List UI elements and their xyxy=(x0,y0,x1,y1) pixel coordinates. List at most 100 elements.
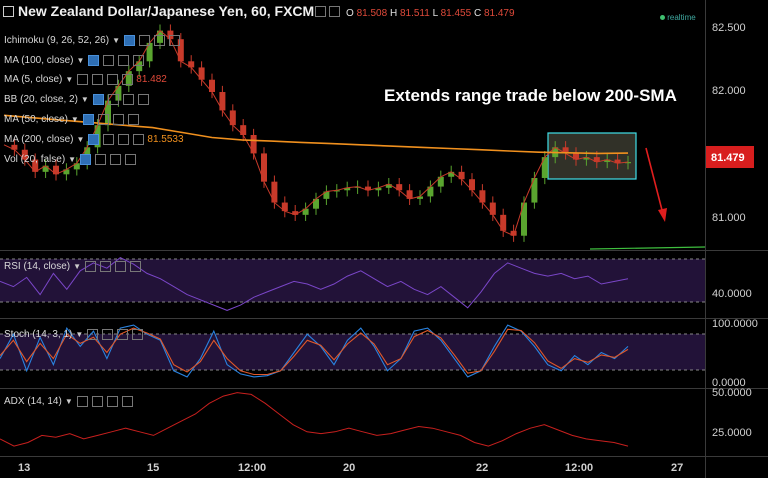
dropdown-icon[interactable]: ▼ xyxy=(75,330,83,339)
candle-body xyxy=(521,202,527,236)
close-icon[interactable] xyxy=(137,93,149,105)
ohlc-value: 81.479 xyxy=(483,8,515,19)
close-icon[interactable] xyxy=(133,54,145,66)
close-icon[interactable] xyxy=(130,260,142,272)
ohlc-value: 81.508 xyxy=(356,8,388,19)
indicator-vol[interactable]: Vol (20, false) ▼ xyxy=(4,151,137,167)
close-icon[interactable] xyxy=(121,395,133,407)
indicator-label: Ichimoku (9, 26, 52, 26) xyxy=(4,34,110,46)
gear-icon[interactable] xyxy=(118,133,130,145)
settings-icon[interactable] xyxy=(95,153,107,165)
dropdown-icon[interactable]: ▼ xyxy=(73,262,81,271)
time-tick: 20 xyxy=(343,462,355,474)
close-icon[interactable] xyxy=(125,153,137,165)
indicator-label: MA (200, close) xyxy=(4,133,74,145)
indicator-ma5[interactable]: MA (5, close) ▼ 81.482 xyxy=(4,71,167,87)
settings-icon[interactable] xyxy=(103,133,115,145)
indicator-ma200[interactable]: MA (200, close) ▼ 81.5533 xyxy=(4,131,184,147)
dropdown-icon[interactable]: ▼ xyxy=(65,397,73,406)
visibility-icon[interactable] xyxy=(88,133,100,145)
indicator-value: 81.482 xyxy=(136,73,167,85)
close-icon[interactable] xyxy=(132,328,144,340)
gear-icon[interactable] xyxy=(153,34,165,46)
gear-icon[interactable] xyxy=(110,153,122,165)
dropdown-icon[interactable]: ▼ xyxy=(76,56,84,65)
collapse-icon[interactable] xyxy=(3,6,14,17)
chart-header: New Zealand Dollar/Japanese Yen, 60, FXC… xyxy=(0,0,705,22)
realtime-label: realtime xyxy=(667,13,696,22)
close-icon[interactable] xyxy=(122,73,134,85)
visibility-icon[interactable] xyxy=(123,34,135,46)
gear-icon[interactable] xyxy=(107,73,119,85)
indicator-ma50[interactable]: MA (50, close) ▼ xyxy=(4,111,139,127)
ohlc-value: 81.511 xyxy=(399,8,430,19)
indicator-ichimoku[interactable]: Ichimoku (9, 26, 52, 26) ▼ xyxy=(4,32,180,48)
dropdown-icon[interactable]: ▼ xyxy=(112,36,120,45)
pane-legend-rsi[interactable]: RSI (14, close) ▼ xyxy=(4,258,142,274)
settings-icon[interactable] xyxy=(103,54,115,66)
ohlc-label: L xyxy=(432,8,438,19)
ohlc-label: C xyxy=(473,8,482,19)
visibility-icon[interactable] xyxy=(76,395,88,407)
last-price-badge: 81.479 xyxy=(706,146,754,168)
visibility-icon[interactable] xyxy=(77,73,89,85)
visibility-icon[interactable] xyxy=(87,328,99,340)
settings-icon[interactable] xyxy=(92,73,104,85)
range-box[interactable] xyxy=(547,132,637,180)
gear-icon[interactable] xyxy=(117,328,129,340)
pane-legend-stoch[interactable]: Stoch (14, 3, 1) ▼ xyxy=(4,326,144,342)
visibility-icon[interactable] xyxy=(92,93,104,105)
time-tick: 15 xyxy=(147,462,159,474)
settings-icon[interactable] xyxy=(91,395,103,407)
gear-icon[interactable] xyxy=(115,260,127,272)
last-price-value: 81.479 xyxy=(711,152,745,164)
indicator-label: MA (100, close) xyxy=(4,54,74,66)
visibility-icon[interactable] xyxy=(88,54,100,66)
settings-icon[interactable] xyxy=(138,34,150,46)
realtime-indicator: realtime xyxy=(660,13,696,22)
time-tick: 22 xyxy=(476,462,488,474)
settings-icon[interactable] xyxy=(97,113,109,125)
adx-tick: 50.0000 xyxy=(712,387,752,399)
time-tick: 12:00 xyxy=(238,462,266,474)
dropdown-icon[interactable]: ▼ xyxy=(81,95,89,104)
price-tick: 82.500 xyxy=(712,22,746,34)
pane-label: RSI (14, close) xyxy=(4,260,71,272)
settings-icon[interactable] xyxy=(100,260,112,272)
gear-icon[interactable] xyxy=(122,93,134,105)
symbol-title[interactable]: New Zealand Dollar/Japanese Yen, 60, FXC… xyxy=(18,3,314,19)
indicator-label: Vol (20, false) xyxy=(4,153,66,165)
close-icon[interactable] xyxy=(127,113,139,125)
candle-body xyxy=(261,153,267,182)
ohlc-readout: O 81.508 H 81.511 L 81.455 C 81.479 xyxy=(346,8,515,19)
header-buttons[interactable] xyxy=(314,6,340,17)
dropdown-icon[interactable]: ▼ xyxy=(71,115,79,124)
pane-label: ADX (14, 14) xyxy=(4,395,62,407)
pane-legend-adx[interactable]: ADX (14, 14) ▼ xyxy=(4,393,133,409)
dropdown-icon[interactable]: ▼ xyxy=(76,135,84,144)
dropdown-icon[interactable]: ▼ xyxy=(68,155,76,164)
gear-icon[interactable] xyxy=(118,54,130,66)
indicator-label: MA (5, close) xyxy=(4,73,63,85)
close-icon[interactable] xyxy=(168,34,180,46)
indicator-bb[interactable]: BB (20, close, 2) ▼ xyxy=(4,91,149,107)
indicator-label: BB (20, close, 2) xyxy=(4,93,78,105)
visibility-icon[interactable] xyxy=(85,260,97,272)
visibility-icon[interactable] xyxy=(80,153,92,165)
adx-tick: 25.0000 xyxy=(712,427,752,439)
time-tick: 12:00 xyxy=(565,462,593,474)
indicator-ma100[interactable]: MA (100, close) ▼ xyxy=(4,52,145,68)
time-tick: 13 xyxy=(18,462,30,474)
settings-icon[interactable] xyxy=(107,93,119,105)
settings-icon[interactable] xyxy=(315,6,326,17)
dropdown-icon[interactable]: ▼ xyxy=(65,75,73,84)
gear-icon[interactable] xyxy=(106,395,118,407)
settings-icon[interactable] xyxy=(102,328,114,340)
close-icon[interactable] xyxy=(133,133,145,145)
gear-icon[interactable] xyxy=(112,113,124,125)
visibility-icon[interactable] xyxy=(82,113,94,125)
annotation-text: Extends range trade below 200-SMA xyxy=(384,86,677,105)
indicator-label: MA (50, close) xyxy=(4,113,68,125)
gear-icon[interactable] xyxy=(329,6,340,17)
ohlc-label: O xyxy=(346,8,354,19)
